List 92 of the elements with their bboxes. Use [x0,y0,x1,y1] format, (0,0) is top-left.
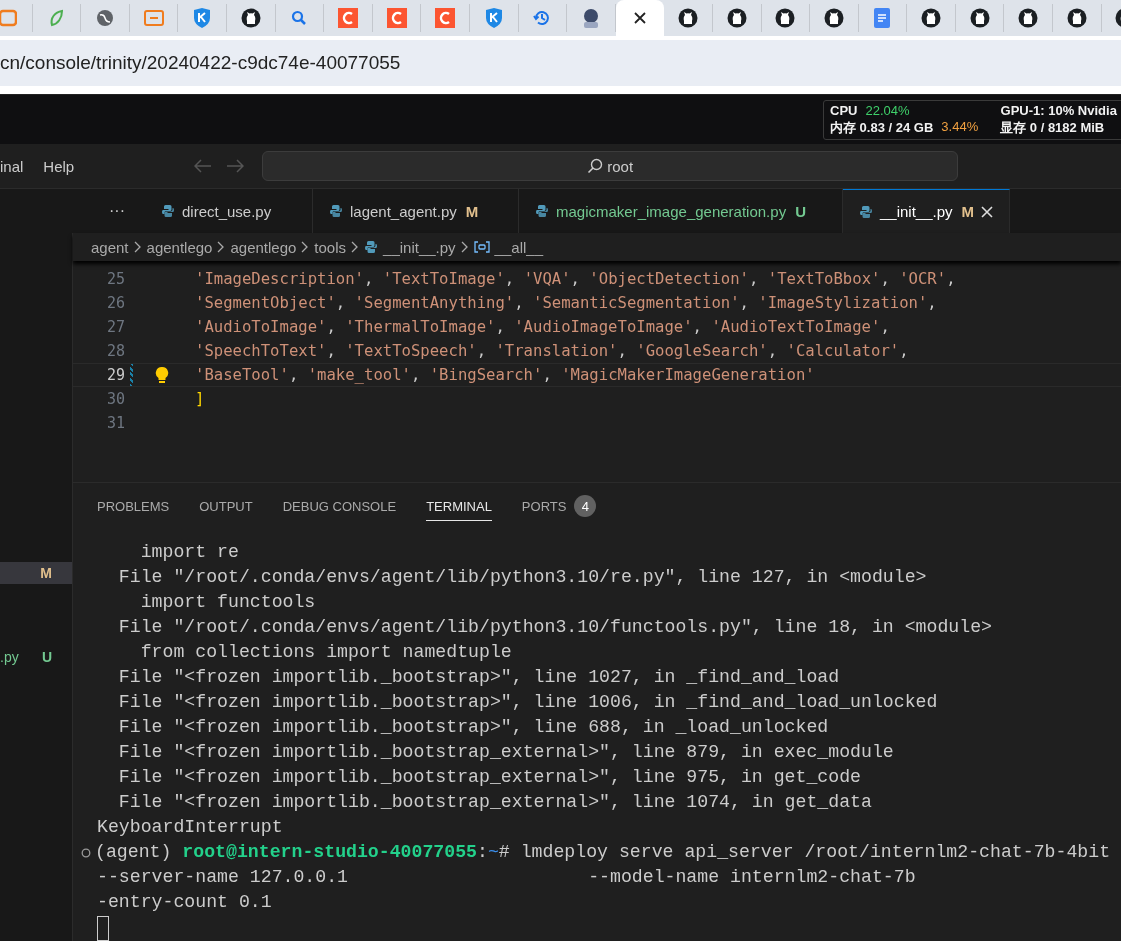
breadcrumb-item[interactable]: agentlego [146,238,213,256]
github-icon [969,8,990,28]
command-center-field[interactable]: root [262,151,959,181]
editor-tab[interactable]: lagent_agent.py M [313,189,519,233]
memory-usage: 内存 0.83 / 24 GB [830,119,934,137]
chevron-icon [351,241,360,253]
python-icon [364,240,379,254]
github-icon [1066,8,1087,28]
gpu-usage: GPU-1: 10% Nvidia [1000,103,1117,118]
github-icon [240,8,261,28]
shield-icon [484,8,503,28]
browser-tab[interactable] [615,0,665,36]
python-icon [535,204,549,218]
variable-icon [473,241,490,253]
shield-icon [193,8,212,28]
terminal-line: -entry-count 0.1 [97,891,273,914]
address-field[interactable]: cn/console/trinity/20240422-c9dc74e-40077055 [0,40,1121,86]
cpu-usage: 22.04% [865,103,910,118]
chevron-icon [301,241,310,253]
memory-percent: 3.44% [941,119,979,136]
panel-tab[interactable]: OUTPUT [199,491,253,521]
close-icon[interactable] [634,12,646,24]
python-icon [859,204,873,219]
file-list-item[interactable]: .py U [0,646,72,668]
terminal-line: File "<frozen importlib._bootstrap>", line 1027, in _find_and_load [117,666,841,689]
python-icon [161,204,175,218]
count-badge: 4 [574,495,597,517]
panel-tab[interactable]: DEBUG CONSOLE [282,491,397,521]
breadcrumb-item[interactable]: __all__ [494,238,543,256]
panel-tab[interactable]: PORTS 4 [521,491,597,521]
breadcrumb-item[interactable]: agentlego [230,238,297,256]
chevron-icon [460,241,469,253]
line-number: 29 [105,366,125,384]
terminal-line: File "/root/.conda/envs/agent/lib/python3.10/re.py", line 127, in <module> [117,566,928,589]
vram-usage: 显存 0 / 8182 MiB [1000,119,1105,137]
github-icon [823,8,844,28]
terminal-line: File "<frozen importlib._bootstrap>", line 688, in _load_unlocked [117,716,830,739]
search-icon [587,158,604,174]
terminal-line: import re [139,541,240,564]
line-number: 26 [105,294,125,312]
cpu-label: CPU [830,103,858,118]
github-icon [678,8,699,28]
line-number: 28 [105,342,125,360]
file-list-item[interactable]: M [0,562,72,584]
github-icon [921,8,942,28]
terminal-prompt-line: (agent) root@intern-studio-40077055:~# lmdeploy serve api_server /root/internlm2-chat-7b-4bit [95,841,1111,864]
code-line: 'SpeechToText', 'TextToSpeech', 'Translation', 'GoogleSearch', 'Calculator', [195,342,909,360]
git-status-letter: M [40,565,52,581]
terminal-line: from collections import namedtuple [139,641,513,664]
github-icon [726,8,747,28]
menu-item[interactable]: Help [43,157,85,175]
line-number: 30 [105,390,125,408]
breadcrumb-item[interactable]: tools [314,238,347,256]
terminal-line: File "<frozen importlib._bootstrap_external>", line 879, in exec_module [117,741,895,764]
file-name: .py [0,649,19,665]
line-number: 31 [105,414,125,432]
c-logo-icon [386,8,407,28]
editor-tab[interactable]: direct_use.py [145,189,313,233]
panel-tab[interactable]: PROBLEMS [97,491,170,521]
terminal-line: File "/root/.conda/envs/agent/lib/python3.10/functools.py", line 18, in <module> [117,616,993,639]
code-line: 'ImageDescription', 'TextToImage', 'VQA', 'ObjectDetection', 'TextToBbox', 'OCR', [195,270,956,288]
menu-item[interactable]: inal [0,157,34,175]
document-icon [874,8,891,28]
github-icon [775,8,796,28]
history-icon [533,9,552,27]
terminal-line: import functools [139,591,317,614]
github-icon [1018,8,1039,28]
code-line: 'BaseTool', 'make_tool', 'BingSearch', 'MagicMakerImageGeneration' [195,366,815,384]
code-line: 'AudioToImage', 'ThermalToImage', 'AudioImageToImage', 'AudioTextToImage', [195,318,890,336]
chevron-icon [133,241,142,253]
globe-icon [96,9,114,27]
code-line: ] [195,390,205,408]
c-logo-icon [337,8,358,28]
terminal-line: --server-name 127.0.0.1 --model-name internlm2-chat-7b [97,866,917,889]
python-icon [329,204,343,218]
breadcrumb-item[interactable]: agent [91,238,129,256]
line-number: 25 [105,270,125,288]
panel-tab[interactable]: TERMINAL [426,491,492,521]
terminal-line: File "<frozen importlib._bootstrap_external>", line 1074, in get_data [117,791,873,814]
lightbulb-icon[interactable] [155,366,169,384]
chevron-icon [217,241,226,253]
status-circle-icon [81,847,91,858]
editor-tab[interactable]: __init__.py M [843,189,1011,233]
line-number: 27 [105,318,125,336]
c-logo-icon [435,8,456,28]
terminal-line: File "<frozen importlib._bootstrap>", line 1006, in _find_and_load_unlocked [117,691,939,714]
terminal-line: File "<frozen importlib._bootstrap_external>", line 975, in get_code [117,766,862,789]
search-icon [291,10,308,26]
git-status-letter: U [41,649,52,665]
breadcrumb-item[interactable]: __init__.py [383,238,456,256]
terminal-line: KeyboardInterrupt [97,816,284,839]
code-line: 'SegmentObject', 'SegmentAnything', 'SemanticSegmentation', 'ImageStylization', [195,294,937,312]
